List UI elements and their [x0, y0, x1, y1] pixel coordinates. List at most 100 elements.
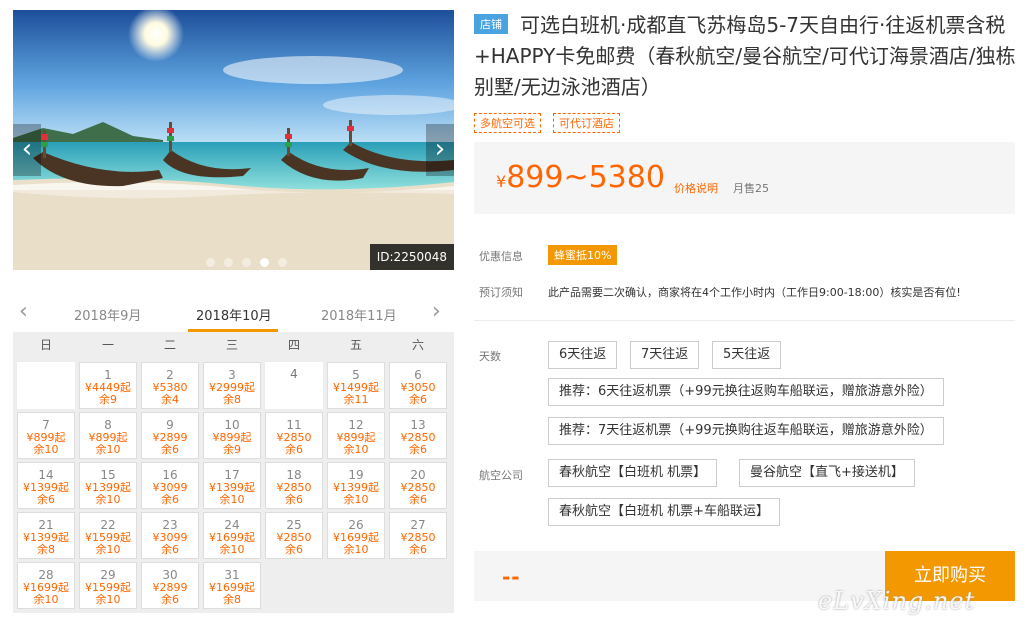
monthly-sales: 月售25: [733, 182, 769, 195]
day-remaining: 余11: [343, 393, 369, 406]
notice-text: 此产品需要二次确认，商家将在4个工作小时内（工作日9:00-18:00）核实是否…: [548, 286, 961, 299]
calendar-day-cell[interactable]: 26 ¥1699起 余10: [327, 512, 385, 559]
day-remaining: 余10: [95, 543, 121, 556]
chevron-left-icon[interactable]: ‹: [19, 300, 28, 324]
product-tag: 多航空可选: [474, 113, 541, 133]
airline-option-spring-ferry[interactable]: 春秋航空【白班机 机票+车船联运】: [548, 498, 781, 526]
calendar-day-cell[interactable]: 7 ¥899起 余10: [17, 412, 75, 459]
month-tab-next[interactable]: 2018年11月: [321, 305, 397, 324]
calendar-day-cell[interactable]: 1 ¥4449起 余9: [79, 362, 137, 409]
airline-option-spring[interactable]: 春秋航空【白班机 机票】: [548, 459, 718, 487]
day-number: 26: [348, 518, 364, 532]
day-remaining: 余9: [99, 393, 117, 406]
day-number: 2: [166, 368, 174, 382]
product-gallery[interactable]: ‹ › ID:2250048: [13, 10, 454, 270]
product-title: 可选白班机·成都直飞苏梅岛5-7天自由行·往返机票含税+HAPPY卡免邮费（春秋…: [474, 13, 1016, 99]
price-calendar: ‹ 2018年9月 2018年10月 2018年11月 › 日 一 二 三 四 五 六 1 ¥…: [13, 296, 454, 613]
image-id-label: ID:2250048: [369, 244, 454, 270]
calendar-day-cell[interactable]: 3 ¥2999起 余8: [203, 362, 261, 409]
day-number: 20: [410, 468, 426, 482]
day-remaining: 余10: [343, 493, 369, 506]
month-tab-prev[interactable]: 2018年9月: [74, 305, 141, 324]
day-number: 18: [286, 468, 302, 482]
beach-boats-photo: [13, 10, 454, 270]
calendar-day-cell[interactable]: 11 ¥2850 余6: [265, 412, 323, 459]
day-remaining: 余10: [95, 593, 121, 606]
calendar-day-cell[interactable]: 13 ¥2850 余6: [389, 412, 447, 459]
calendar-day-cell[interactable]: 28 ¥1699起 余10: [17, 562, 75, 609]
day-number: 9: [166, 418, 174, 432]
calendar-day-cell[interactable]: 15 ¥1399起 余10: [79, 462, 137, 509]
calendar-day-cell[interactable]: 20 ¥2850 余6: [389, 462, 447, 509]
calendar-day-cell[interactable]: 22 ¥1599起 余10: [79, 512, 137, 559]
weekday-label: 日: [39, 338, 52, 352]
gallery-dot[interactable]: [224, 258, 233, 267]
calendar-day-cell[interactable]: 8 ¥899起 余10: [79, 412, 137, 459]
day-remaining: 余10: [343, 543, 369, 556]
calendar-header: ‹ 2018年9月 2018年10月 2018年11月 ›: [13, 296, 454, 332]
day-number: 21: [38, 518, 54, 532]
day-option-5[interactable]: 5天往返: [712, 341, 782, 369]
calendar-day-cell[interactable]: 19 ¥1399起 余10: [327, 462, 385, 509]
gallery-dot[interactable]: [242, 258, 251, 267]
calendar-day-cell[interactable]: 21 ¥1399起 余8: [17, 512, 75, 559]
day-number: 24: [224, 518, 240, 532]
gallery-next-button[interactable]: ›: [426, 124, 454, 176]
day-option-6[interactable]: 6天往返: [548, 341, 618, 369]
day-remaining: 余10: [219, 543, 245, 556]
calendar-day-cell[interactable]: 12 ¥899起 余10: [327, 412, 385, 459]
day-remaining: 余6: [161, 443, 179, 456]
days-label: 天数: [479, 350, 501, 363]
day-number: 16: [162, 468, 178, 482]
calendar-day-cell[interactable]: 27 ¥2850 余6: [389, 512, 447, 559]
price-note-link[interactable]: 价格说明: [674, 180, 718, 196]
weekday-label: 六: [411, 338, 424, 352]
calendar-day-cell[interactable]: 6 ¥3050 余6: [389, 362, 447, 409]
notice-label: 预订须知: [479, 286, 523, 299]
day-number: 11: [286, 418, 302, 432]
day-remaining: 余10: [33, 443, 59, 456]
day-remaining: 余4: [161, 393, 179, 406]
product-tag: 可代订酒店: [553, 113, 620, 133]
day-number: 4: [290, 367, 298, 381]
day-number: 14: [38, 468, 54, 482]
calendar-day-cell[interactable]: 16 ¥3099 余6: [141, 462, 199, 509]
day-number: 23: [162, 518, 178, 532]
day-remaining: 余10: [95, 493, 121, 506]
calendar-day-cell[interactable]: 9 ¥2899 余6: [141, 412, 199, 459]
calendar-day-cell[interactable]: 23 ¥3099 余6: [141, 512, 199, 559]
day-number: 12: [348, 418, 364, 432]
day-remaining: 余6: [409, 443, 427, 456]
calendar-day-cell[interactable]: 29 ¥1599起 余10: [79, 562, 137, 609]
calendar-day-cell[interactable]: 31 ¥1699起 余8: [203, 562, 261, 609]
chevron-right-icon[interactable]: ›: [432, 300, 441, 324]
day-number: 1: [104, 368, 112, 382]
month-active-underline: [188, 329, 278, 332]
day-remaining: 余6: [409, 493, 427, 506]
calendar-day-cell[interactable]: 24 ¥1699起 余10: [203, 512, 261, 559]
calendar-day-cell[interactable]: 10 ¥899起 余9: [203, 412, 261, 459]
calendar-day-cell[interactable]: 5 ¥1499起 余11: [327, 362, 385, 409]
promo-badge: 蜂蜜抵10%: [548, 245, 618, 265]
day-number: 10: [224, 418, 240, 432]
gallery-dot[interactable]: [206, 258, 215, 267]
month-tab-current[interactable]: 2018年10月: [196, 305, 272, 324]
day-number: 25: [286, 518, 302, 532]
calendar-day-cell[interactable]: 14 ¥1399起 余6: [17, 462, 75, 509]
recommend-option-6[interactable]: 推荐：6天往返机票（+99元换往返购车船联运，赠旅游意外险）: [548, 378, 944, 406]
day-option-7[interactable]: 7天往返: [630, 341, 700, 369]
calendar-day-cell[interactable]: 2 ¥5380 余4: [141, 362, 199, 409]
calendar-day-cell[interactable]: 17 ¥1399起 余10: [203, 462, 261, 509]
day-remaining: 余8: [37, 543, 55, 556]
calendar-day-cell[interactable]: 25 ¥2850 余6: [265, 512, 323, 559]
gallery-dot[interactable]: [278, 258, 287, 267]
gallery-dot[interactable]: [260, 258, 269, 267]
day-number: 19: [348, 468, 364, 482]
calendar-day-cell[interactable]: 30 ¥2899 余6: [141, 562, 199, 609]
divider: [474, 320, 1015, 321]
calendar-day-cell[interactable]: 18 ¥2850 余6: [265, 462, 323, 509]
airline-option-bangkok[interactable]: 曼谷航空【直飞+接送机】: [739, 459, 915, 487]
recommend-option-7[interactable]: 推荐：7天往返机票（+99元换购往返车船联运，赠旅游意外险）: [548, 417, 944, 445]
day-remaining: 余6: [161, 493, 179, 506]
gallery-prev-button[interactable]: ‹: [13, 124, 41, 176]
